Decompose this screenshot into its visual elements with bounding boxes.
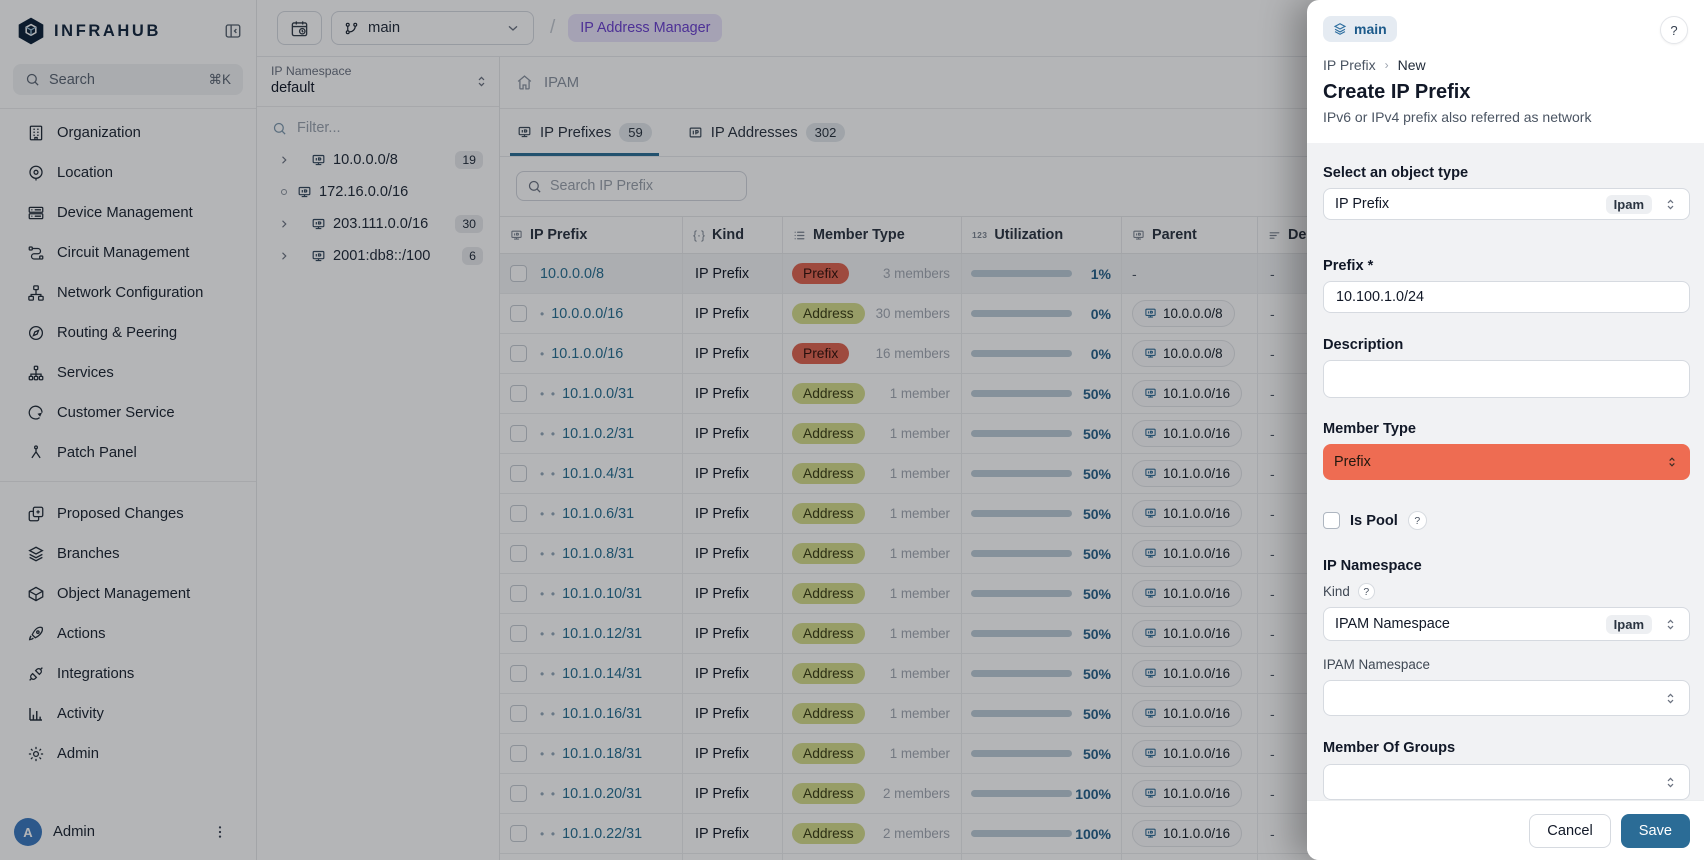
create-ip-prefix-drawer: main ? IP Prefix › New Create IP Prefix …	[1307, 0, 1704, 860]
drawer-form: Select an object type IP Prefix Ipam Pre…	[1307, 143, 1704, 800]
breadcrumb-new: New	[1398, 57, 1426, 73]
drawer-title: Create IP Prefix	[1323, 81, 1688, 104]
kind-select[interactable]: IPAM Namespace Ipam	[1323, 607, 1690, 641]
save-button[interactable]: Save	[1621, 814, 1690, 848]
prefix-field-label: Prefix *	[1323, 258, 1690, 274]
prefix-input[interactable]	[1323, 281, 1690, 313]
chevrons-up-down-icon	[1663, 617, 1678, 632]
app-screen: INFRAHUB Search ⌘K Organization Location…	[0, 0, 1704, 860]
is-pool-help-button[interactable]: ?	[1408, 511, 1427, 530]
chevrons-up-down-icon	[1663, 775, 1678, 790]
is-pool-label: Is Pool	[1350, 513, 1398, 529]
layers-icon	[1333, 22, 1347, 36]
chevron-right-icon: ›	[1385, 58, 1389, 72]
member-of-groups-label: Member Of Groups	[1323, 740, 1690, 756]
description-input[interactable]	[1323, 360, 1690, 398]
member-type-select[interactable]: Prefix	[1323, 444, 1690, 480]
chevrons-up-down-icon	[1663, 197, 1678, 212]
drawer-subtitle: IPv6 or IPv4 prefix also referred as net…	[1323, 109, 1688, 125]
drawer-breadcrumb: IP Prefix › New	[1323, 57, 1688, 73]
member-of-groups-select[interactable]	[1323, 764, 1690, 800]
ipam-badge: Ipam	[1606, 195, 1652, 214]
breadcrumb-ip-prefix[interactable]: IP Prefix	[1323, 57, 1376, 73]
ipam-namespace-select[interactable]	[1323, 680, 1690, 716]
ipam-namespace-label: IPAM Namespace	[1323, 657, 1690, 672]
kind-help-button[interactable]: ?	[1358, 583, 1375, 600]
is-pool-checkbox[interactable]	[1323, 512, 1340, 529]
chevrons-up-down-icon	[1663, 691, 1678, 706]
object-type-select[interactable]: IP Prefix Ipam	[1323, 188, 1690, 220]
cancel-button[interactable]: Cancel	[1529, 814, 1610, 848]
object-type-label: Select an object type	[1323, 165, 1690, 181]
help-button[interactable]: ?	[1660, 16, 1688, 44]
chevrons-up-down-icon	[1665, 455, 1679, 469]
ipam-badge: Ipam	[1606, 615, 1652, 634]
kind-label: Kind	[1323, 584, 1350, 599]
drawer-footer: Cancel Save	[1307, 800, 1704, 860]
description-field-label: Description	[1323, 337, 1690, 353]
ip-namespace-heading: IP Namespace	[1323, 558, 1690, 574]
member-type-label: Member Type	[1323, 421, 1690, 437]
branch-badge: main	[1323, 16, 1397, 42]
